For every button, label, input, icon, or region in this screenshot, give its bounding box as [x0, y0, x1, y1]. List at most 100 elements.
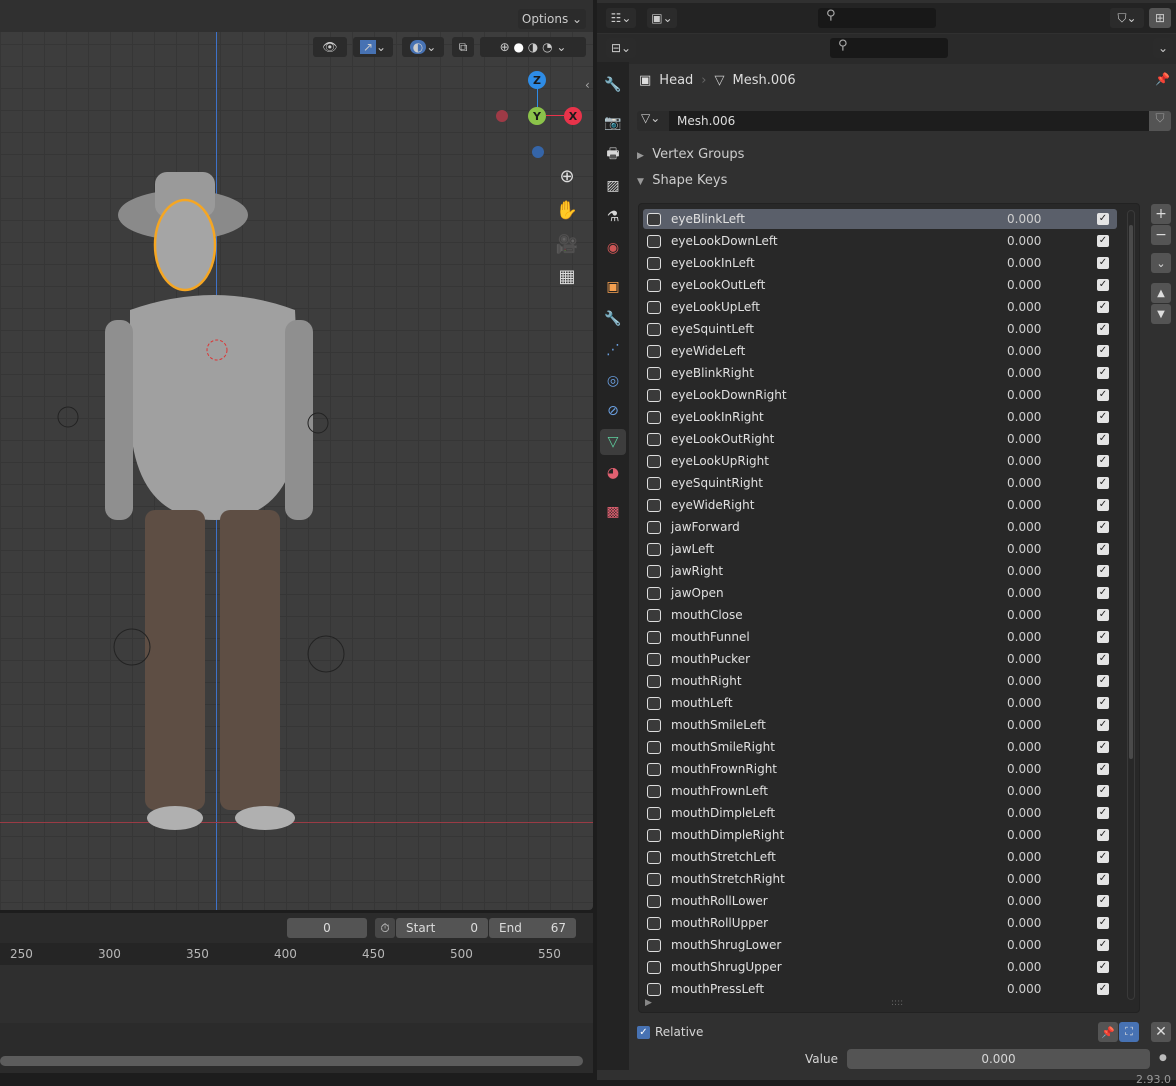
options-button[interactable]: Options ⌄: [518, 9, 586, 29]
shape-key-mute-checkbox[interactable]: ✓: [1097, 939, 1109, 951]
shape-key-value[interactable]: 0.000: [1007, 256, 1097, 270]
shape-key-row[interactable]: mouthRollLower 0.000 ✓: [643, 891, 1117, 911]
shape-key-mute-checkbox[interactable]: ✓: [1097, 543, 1109, 555]
shape-key-row[interactable]: eyeLookUpLeft 0.000 ✓: [643, 297, 1117, 317]
shape-key-row[interactable]: eyeLookDownRight 0.000 ✓: [643, 385, 1117, 405]
shape-key-value[interactable]: 0.000: [1007, 564, 1097, 578]
shape-key-value[interactable]: 0.000: [1007, 608, 1097, 622]
shape-key-value[interactable]: 0.000: [1007, 454, 1097, 468]
shape-key-row[interactable]: eyeSquintRight 0.000 ✓: [643, 473, 1117, 493]
shape-key-name[interactable]: mouthFrownRight: [671, 762, 1007, 776]
start-frame-field[interactable]: Start 0: [396, 918, 488, 938]
view-layer-tab-icon[interactable]: ▨: [600, 173, 626, 199]
shape-key-name[interactable]: eyeLookOutLeft: [671, 278, 1007, 292]
shape-key-name[interactable]: mouthStretchLeft: [671, 850, 1007, 864]
zoom-icon[interactable]: ⊕: [553, 162, 581, 190]
shape-key-value[interactable]: 0.000: [1007, 322, 1097, 336]
shape-key-name[interactable]: mouthSmileRight: [671, 740, 1007, 754]
shape-key-name[interactable]: mouthLeft: [671, 696, 1007, 710]
shape-key-row[interactable]: jawOpen 0.000 ✓: [643, 583, 1117, 603]
mesh-name-field[interactable]: Mesh.006: [669, 111, 1149, 131]
shape-key-name[interactable]: mouthRollLower: [671, 894, 1007, 908]
shape-keys-list[interactable]: eyeBlinkLeft 0.000 ✓ eyeLookDownLeft 0.000 ✓ e…: [638, 203, 1140, 1013]
edit-mode-toggle-icon[interactable]: ⛶: [1119, 1022, 1139, 1042]
clear-shape-keys-button[interactable]: ✕: [1151, 1022, 1171, 1042]
editor-type-button[interactable]: ⊟⌄: [606, 38, 636, 58]
shape-key-mute-checkbox[interactable]: ✓: [1097, 961, 1109, 973]
shape-key-name[interactable]: eyeLookDownRight: [671, 388, 1007, 402]
shape-key-row[interactable]: jawRight 0.000 ✓: [643, 561, 1117, 581]
shape-key-mute-checkbox[interactable]: ✓: [1097, 851, 1109, 863]
shape-key-name[interactable]: eyeLookDownLeft: [671, 234, 1007, 248]
fake-user-shield-icon[interactable]: ⛉: [1149, 111, 1171, 131]
shape-key-row[interactable]: eyeWideLeft 0.000 ✓: [643, 341, 1117, 361]
shape-key-mute-checkbox[interactable]: ✓: [1097, 433, 1109, 445]
list-scrollbar[interactable]: [1127, 210, 1135, 1000]
shape-key-mute-checkbox[interactable]: ✓: [1097, 257, 1109, 269]
shape-key-name[interactable]: mouthDimpleRight: [671, 828, 1007, 842]
render-tab-icon[interactable]: 📷: [600, 110, 626, 136]
material-tab-icon[interactable]: ◕: [600, 460, 626, 486]
value-slider[interactable]: 0.000: [847, 1049, 1150, 1069]
shape-key-mute-checkbox[interactable]: ✓: [1097, 301, 1109, 313]
shape-key-row[interactable]: eyeWideRight 0.000 ✓: [643, 495, 1117, 515]
shape-key-name[interactable]: eyeSquintRight: [671, 476, 1007, 490]
shape-key-value[interactable]: 0.000: [1007, 674, 1097, 688]
display-mode-button[interactable]: ☷⌄: [606, 8, 636, 28]
3d-viewport[interactable]: Options ⌄ 👁 ↗ ⌄ ◐ ⌄ ⧉ ⊕ ● ◑ ◔ ⌄ Z Y X ⊕ ✋ …: [0, 0, 593, 910]
visibility-button[interactable]: 👁: [313, 37, 347, 57]
shape-key-mute-checkbox[interactable]: ✓: [1097, 895, 1109, 907]
shape-key-name[interactable]: eyeSquintLeft: [671, 322, 1007, 336]
shape-key-row[interactable]: mouthStretchLeft 0.000 ✓: [643, 847, 1117, 867]
shape-key-mute-checkbox[interactable]: ✓: [1097, 499, 1109, 511]
shape-key-value[interactable]: 0.000: [1007, 586, 1097, 600]
shape-key-row[interactable]: mouthShrugLower 0.000 ✓: [643, 935, 1117, 955]
shape-key-mute-checkbox[interactable]: ✓: [1097, 411, 1109, 423]
shape-key-value[interactable]: 0.000: [1007, 630, 1097, 644]
shape-key-name[interactable]: eyeBlinkRight: [671, 366, 1007, 380]
shape-key-name[interactable]: mouthPucker: [671, 652, 1007, 666]
shape-key-name[interactable]: mouthDimpleLeft: [671, 806, 1007, 820]
shape-key-row[interactable]: mouthRollUpper 0.000 ✓: [643, 913, 1117, 933]
add-shape-key-button[interactable]: +: [1151, 204, 1171, 224]
rendered-shading-icon[interactable]: ◔: [542, 40, 552, 54]
shape-key-value[interactable]: 0.000: [1007, 476, 1097, 490]
shape-key-value[interactable]: 0.000: [1007, 938, 1097, 952]
shape-key-name[interactable]: mouthStretchRight: [671, 872, 1007, 886]
gizmo-z[interactable]: Z: [528, 71, 546, 89]
timeline-scrollbar[interactable]: [0, 1056, 583, 1066]
pin-icon[interactable]: 📌: [1155, 72, 1170, 86]
pan-hand-icon[interactable]: ✋: [553, 196, 581, 224]
move-up-button[interactable]: ▲: [1151, 283, 1171, 303]
shape-key-row[interactable]: eyeLookOutRight 0.000 ✓: [643, 429, 1117, 449]
shape-key-row[interactable]: eyeBlinkLeft 0.000 ✓: [643, 209, 1117, 229]
shape-key-row[interactable]: mouthFrownRight 0.000 ✓: [643, 759, 1117, 779]
end-frame-field[interactable]: End 67: [489, 918, 576, 938]
texture-tab-icon[interactable]: ▩: [600, 499, 626, 525]
particles-tab-icon[interactable]: ⋰: [600, 337, 626, 363]
shape-key-name[interactable]: eyeBlinkLeft: [671, 212, 1007, 226]
keyframe-dot-icon[interactable]: ●: [1159, 1053, 1167, 1063]
properties-search-input[interactable]: ⚲: [830, 38, 948, 58]
list-resize-handle[interactable]: ::::: [891, 998, 903, 1008]
shape-key-row[interactable]: jawLeft 0.000 ✓: [643, 539, 1117, 559]
output-tab-icon[interactable]: 🖶: [600, 142, 626, 168]
shape-key-name[interactable]: mouthFrownLeft: [671, 784, 1007, 798]
shape-key-value[interactable]: 0.000: [1007, 388, 1097, 402]
shape-key-row[interactable]: mouthSmileRight 0.000 ✓: [643, 737, 1117, 757]
world-tab-icon[interactable]: ◉: [600, 235, 626, 261]
shape-key-name[interactable]: mouthRight: [671, 674, 1007, 688]
shape-key-mute-checkbox[interactable]: ✓: [1097, 521, 1109, 533]
shape-key-row[interactable]: mouthStretchRight 0.000 ✓: [643, 869, 1117, 889]
shape-key-row[interactable]: mouthPressLeft 0.000 ✓: [643, 979, 1117, 999]
shape-key-mute-checkbox[interactable]: ✓: [1097, 719, 1109, 731]
shape-key-value[interactable]: 0.000: [1007, 872, 1097, 886]
shape-key-row[interactable]: eyeLookInRight 0.000 ✓: [643, 407, 1117, 427]
shape-key-mute-checkbox[interactable]: ✓: [1097, 917, 1109, 929]
shape-key-mute-checkbox[interactable]: ✓: [1097, 367, 1109, 379]
shape-key-lock-icon[interactable]: 📌: [1098, 1022, 1118, 1042]
material-shading-icon[interactable]: ◑: [528, 40, 538, 54]
shape-keys-panel-header[interactable]: ▼ Shape Keys: [637, 173, 727, 188]
new-collection-button[interactable]: ⊞: [1149, 8, 1171, 28]
gizmo-y[interactable]: Y: [528, 107, 546, 125]
